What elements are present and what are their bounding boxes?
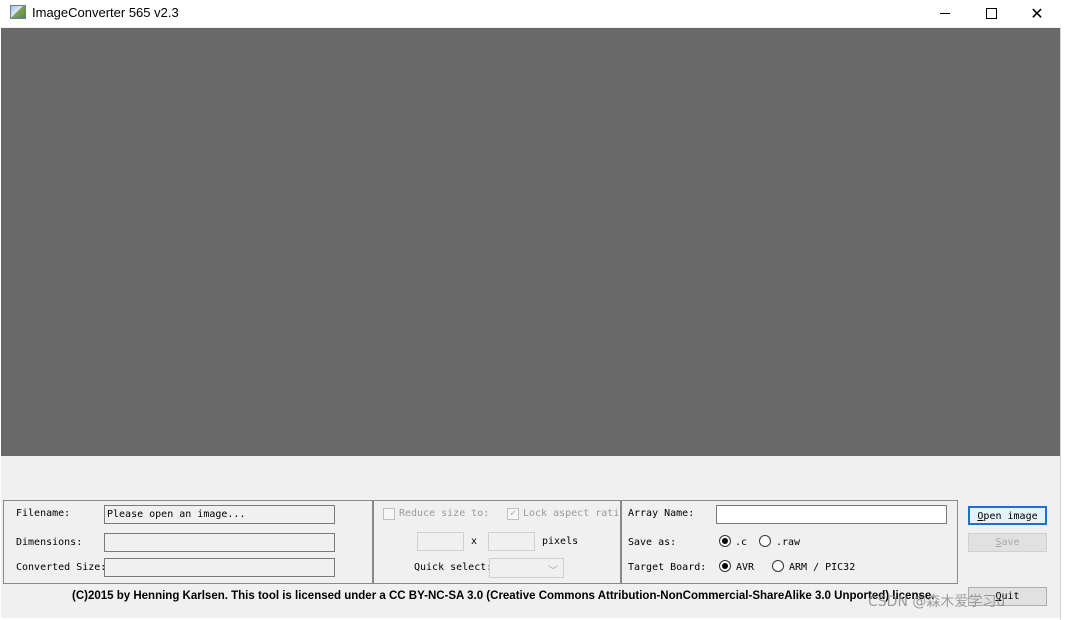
times-label: x: [471, 536, 478, 547]
close-icon: ✕: [1030, 3, 1044, 23]
title-bar[interactable]: ImageConverter 565 v2.3 ✕: [0, 0, 1065, 27]
image-preview-canvas: [1, 28, 1060, 456]
dimensions-label: Dimensions:: [16, 537, 83, 548]
pixels-label: pixels: [542, 536, 579, 547]
lock-aspect-label: Lock aspect ratio: [523, 508, 619, 519]
chevron-down-icon: ﹀: [548, 566, 558, 577]
lock-aspect-label-clip: Lock aspect ratio: [523, 504, 619, 522]
quick-select-dropdown[interactable]: ﹀: [489, 558, 564, 578]
license-text: (C)2015 by Henning Karlsen. This tool is…: [72, 590, 935, 602]
save-as-c-radio[interactable]: [719, 535, 731, 547]
filename-label: Filename:: [16, 508, 71, 519]
open-image-label: pen image: [983, 511, 1038, 522]
minimize-icon: [940, 13, 950, 14]
maximize-icon: [985, 8, 997, 19]
target-avr-radio[interactable]: [719, 560, 731, 572]
converted-size-label: Converted Size:: [16, 562, 107, 573]
filename-field: Please open an image...: [104, 505, 335, 524]
reduce-size-label: Reduce size to:: [399, 508, 490, 519]
window-title: ImageConverter 565 v2.3: [32, 5, 179, 20]
height-input[interactable]: [488, 532, 535, 551]
save-as-c-label: .c: [735, 537, 748, 548]
reduce-size-checkbox[interactable]: [383, 508, 395, 520]
maximize-button[interactable]: [968, 0, 1014, 27]
lock-aspect-checkbox[interactable]: ✓: [507, 508, 519, 520]
open-image-button[interactable]: Open image: [968, 506, 1047, 525]
target-board-label: Target Board:: [628, 562, 707, 573]
converted-size-field: [104, 558, 335, 577]
watermark-text: CSDN @森木爱学习u: [868, 594, 1006, 610]
minimize-button[interactable]: [922, 0, 968, 27]
checkmark-icon: ✓: [509, 508, 517, 519]
dimensions-field: [104, 533, 335, 552]
close-button[interactable]: ✕: [1014, 0, 1060, 27]
target-arm-label: ARM / PIC32: [789, 562, 856, 573]
save-as-raw-radio[interactable]: [759, 535, 771, 547]
window-right-edge: [1060, 27, 1065, 620]
target-avr-label: AVR: [736, 562, 755, 573]
quick-select-label: Quick select:: [414, 562, 493, 573]
save-as-label: Save as:: [628, 537, 677, 548]
save-as-raw-label: .raw: [776, 537, 801, 548]
app-image-icon: [10, 5, 26, 19]
array-name-input[interactable]: [716, 505, 947, 524]
array-name-label: Array Name:: [628, 508, 695, 519]
width-input[interactable]: [417, 532, 464, 551]
target-arm-radio[interactable]: [772, 560, 784, 572]
save-label: ave: [1001, 537, 1020, 548]
save-button[interactable]: Save: [968, 533, 1047, 552]
